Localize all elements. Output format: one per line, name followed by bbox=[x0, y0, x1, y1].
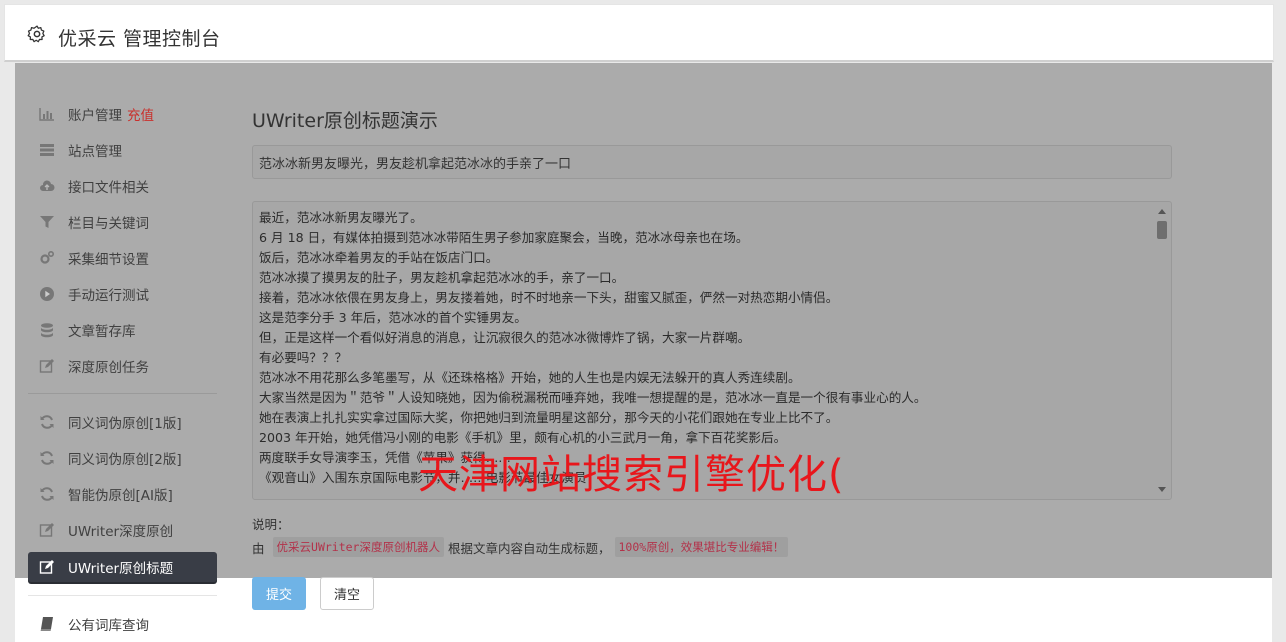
note-prefix: 由 bbox=[252, 540, 265, 556]
article-line: 但，正是这样一个看似好消息的消息，让沉寂很久的范冰冰微博炸了锅，大家一片群嘲。 bbox=[259, 330, 751, 345]
play-circle-icon bbox=[38, 285, 56, 303]
database-icon bbox=[38, 321, 56, 339]
sidebar-item-synonym-v2[interactable]: 同义词伪原创[2版] bbox=[28, 443, 217, 473]
edit-icon bbox=[38, 357, 56, 375]
sidebar-item-collect-settings[interactable]: 采集细节设置 bbox=[28, 243, 217, 273]
filter-icon bbox=[38, 213, 56, 231]
book-icon bbox=[38, 615, 56, 633]
article-line: 饭后，范冰冰牵着男友的手站在饭店门口。 bbox=[259, 250, 499, 265]
scroll-down-icon[interactable] bbox=[1158, 487, 1166, 492]
sidebar-item-uwriter-deep[interactable]: UWriter深度原创 bbox=[28, 515, 217, 545]
sidebar-item-uwriter-title[interactable]: UWriter原创标题 bbox=[28, 552, 217, 582]
sidebar-item-label: 深度原创任务 bbox=[68, 360, 149, 376]
sidebar-item-article-storage[interactable]: 文章暂存库 bbox=[28, 315, 217, 345]
note-middle: 根据文章内容自动生成标题， bbox=[447, 540, 611, 556]
scroll-up-icon[interactable] bbox=[1158, 209, 1166, 214]
sidebar-item-interface-files[interactable]: 接口文件相关 bbox=[28, 171, 217, 201]
submit-button[interactable]: 提交 bbox=[252, 577, 306, 610]
note-description: 由 优采云UWriter深度原创机器人 根据文章内容自动生成标题， 100%原创… bbox=[252, 537, 789, 557]
clear-button[interactable]: 清空 bbox=[320, 577, 374, 610]
sidebar-item-sites[interactable]: 站点管理 bbox=[28, 135, 217, 165]
sidebar-item-label: 智能伪原创[AI版] bbox=[68, 488, 173, 504]
recharge-link[interactable]: 充值 bbox=[127, 104, 154, 124]
sidebar-item-public-lexicon[interactable]: 公有词库查询 bbox=[28, 609, 217, 639]
sidebar-item-label: 接口文件相关 bbox=[68, 180, 149, 196]
refresh-icon bbox=[38, 485, 56, 503]
article-line: 她在表演上扎扎实实拿过国际大奖，你把她归到流量明星这部分，那今天的小花们跟她在专… bbox=[259, 410, 839, 425]
refresh-icon bbox=[38, 449, 56, 467]
article-line: 范冰冰不用花那么多笔墨写，从《还珠格格》开始，她的人生也是内娱无法躲开的真人秀连… bbox=[259, 370, 801, 385]
sidebar-item-label: 站点管理 bbox=[68, 144, 122, 160]
sidebar-item-label: UWriter原创标题 bbox=[68, 561, 174, 577]
watermark-overlay: 天津网站搜索引擎优化( bbox=[418, 452, 845, 498]
top-header: 优采云 管理控制台 bbox=[4, 4, 1274, 62]
textarea-scrollbar[interactable] bbox=[1154, 203, 1170, 498]
refresh-icon bbox=[38, 413, 56, 431]
article-line: 最近，范冰冰新男友曝光了。 bbox=[259, 210, 423, 225]
cogs-icon bbox=[38, 249, 56, 267]
sidebar-item-ai-rewrite[interactable]: 智能伪原创[AI版] bbox=[28, 479, 217, 509]
article-line: 有必要吗？？？ bbox=[259, 350, 348, 365]
sidebar-item-label: 公有词库查询 bbox=[68, 618, 149, 634]
title-input[interactable] bbox=[252, 145, 1172, 179]
sidebar-item-label: 同义词伪原创[2版] bbox=[68, 452, 182, 468]
app-title: 优采云 管理控制台 bbox=[58, 28, 221, 50]
sidebar-item-label: 手动运行测试 bbox=[68, 288, 149, 304]
article-line: 接着，范冰冰依偎在男友身上，男友搂着她，时不时地亲一下头，甜蜜又腻歪，俨然一对热… bbox=[259, 290, 839, 305]
sidebar-item-deep-original-task[interactable]: 深度原创任务 bbox=[28, 351, 217, 381]
sidebar-divider bbox=[28, 393, 217, 394]
cloud-upload-icon bbox=[38, 177, 56, 195]
sidebar-item-columns-keywords[interactable]: 栏目与关键词 bbox=[28, 207, 217, 237]
article-line: 范冰冰摸了摸男友的肚子，男友趁机拿起范冰冰的手，亲了一口。 bbox=[259, 270, 625, 285]
note-product-name: 优采云UWriter深度原创机器人 bbox=[272, 537, 444, 557]
page-title: UWriter原创标题演示 bbox=[252, 110, 438, 132]
article-line: 大家当然是因为＂范爷＂人设知晓她，因为偷税漏税而唾弃她，我唯一想提醒的是，范冰冰… bbox=[259, 390, 927, 405]
gear-icon bbox=[27, 25, 45, 43]
sidebar-item-label: 采集细节设置 bbox=[68, 252, 149, 268]
sidebar-item-label: UWriter深度原创 bbox=[68, 524, 174, 540]
sidebar-item-account[interactable]: 账户管理 充值 bbox=[28, 99, 217, 129]
scroll-thumb[interactable] bbox=[1157, 221, 1167, 239]
sidebar-item-label: 文章暂存库 bbox=[68, 324, 136, 340]
sidebar-divider bbox=[28, 595, 217, 596]
sidebar-item-manual-test[interactable]: 手动运行测试 bbox=[28, 279, 217, 309]
server-icon bbox=[38, 141, 56, 159]
bar-chart-icon bbox=[38, 105, 56, 123]
sidebar-item-label: 同义词伪原创[1版] bbox=[68, 416, 182, 432]
article-line: 6 月 18 日，有媒体拍摄到范冰冰带陌生男子参加家庭聚会，当晚，范冰冰母亲也在… bbox=[259, 230, 749, 245]
sidebar-item-label: 栏目与关键词 bbox=[68, 216, 149, 232]
article-line: 这是范李分手 3 年后，范冰冰的首个实锤男友。 bbox=[259, 310, 527, 325]
sidebar-item-label: 账户管理 bbox=[68, 108, 122, 124]
edit-icon bbox=[38, 558, 56, 576]
note-label: 说明： bbox=[252, 517, 290, 532]
note-highlight: 100%原创，效果堪比专业编辑！ bbox=[614, 537, 789, 557]
edit-icon bbox=[38, 521, 56, 539]
sidebar-item-synonym-v1[interactable]: 同义词伪原创[1版] bbox=[28, 407, 217, 437]
